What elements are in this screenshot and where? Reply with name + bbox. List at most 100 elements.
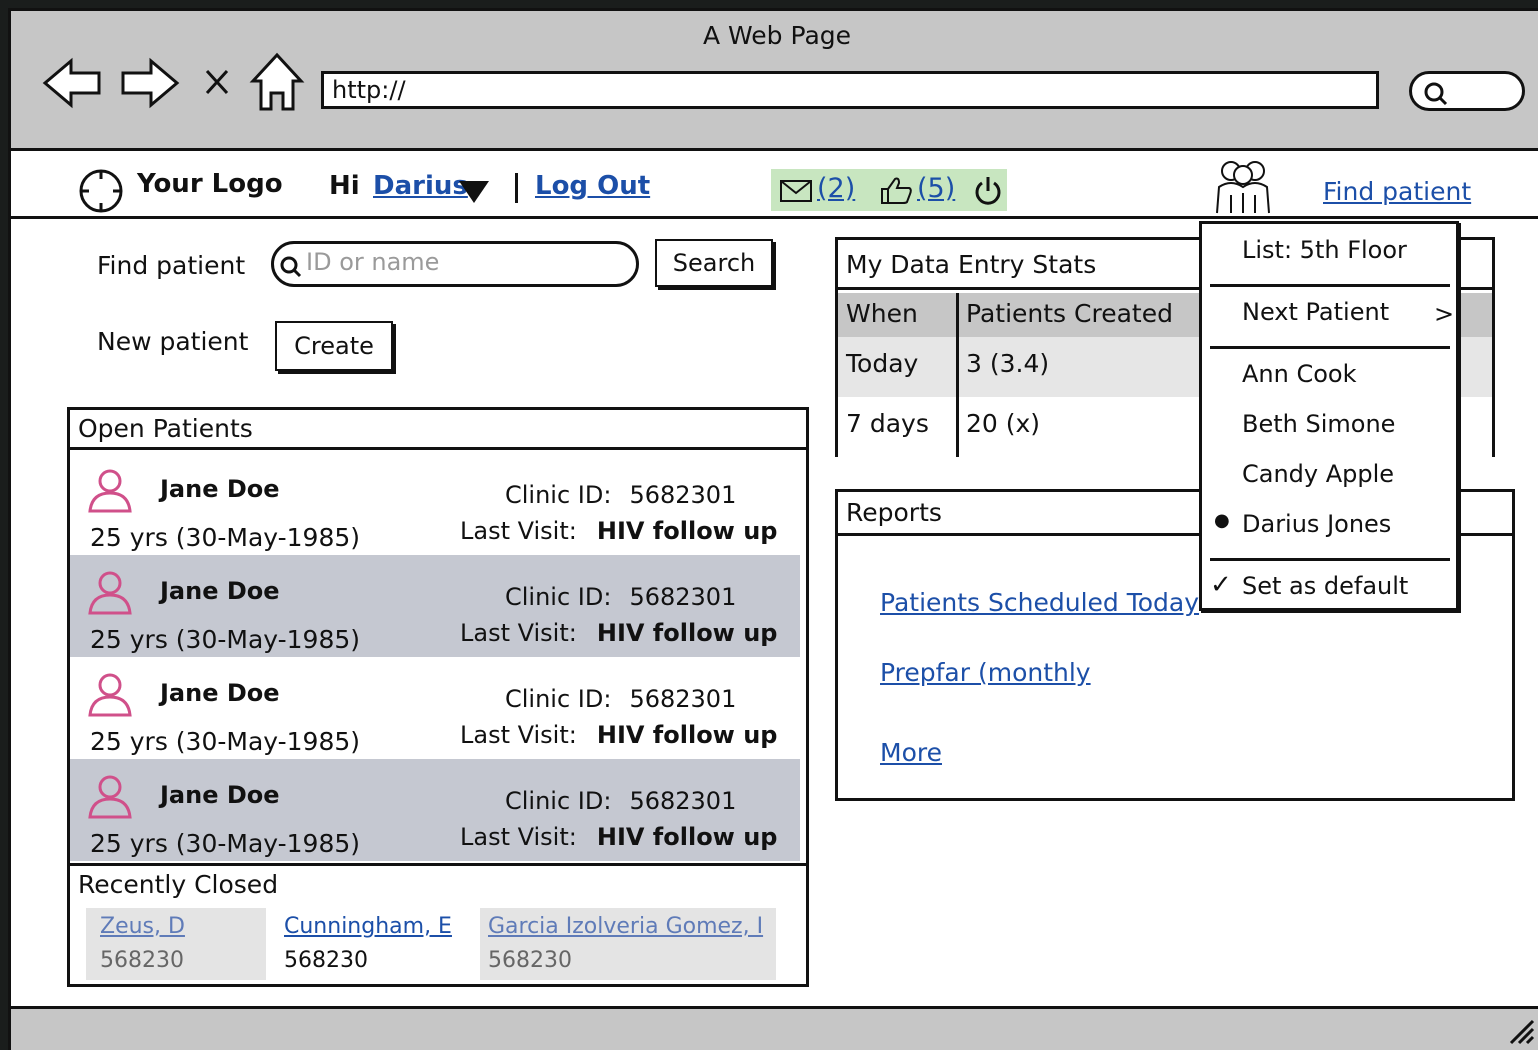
selected-bullet-icon: ● bbox=[1214, 510, 1230, 531]
clinic-id-value: 5682301 bbox=[629, 787, 737, 815]
patient-name: Jane Doe bbox=[160, 679, 280, 707]
dropdown-patient-name: Ann Cook bbox=[1242, 360, 1357, 388]
dropdown-patient-item[interactable]: Ann Cook bbox=[1202, 352, 1456, 402]
last-visit-label: Last Visit: bbox=[460, 721, 577, 749]
power-icon[interactable] bbox=[973, 175, 1003, 207]
person-icon bbox=[88, 673, 132, 717]
open-patients-header: Open Patients bbox=[70, 410, 806, 450]
last-visit-label: Last Visit: bbox=[460, 517, 577, 545]
likes-count[interactable]: (5) bbox=[917, 173, 955, 204]
resize-grip-icon[interactable] bbox=[1507, 1017, 1537, 1047]
last-visit-value: HIV follow up bbox=[596, 721, 778, 749]
clinic-id-label: Clinic ID: bbox=[505, 583, 612, 611]
dropdown-separator bbox=[1210, 284, 1450, 287]
closed-patient-name[interactable]: Garcia Izolveria Gomez, I bbox=[488, 914, 763, 939]
next-patient-label: Next Patient bbox=[1242, 298, 1390, 326]
browser-window: A Web Page http:// Your Logo Hi Darius L… bbox=[8, 8, 1538, 1050]
closed-patient-id: 568230 bbox=[284, 948, 368, 973]
app-header: Your Logo Hi Darius Log Out (2) (5) Find… bbox=[11, 151, 1538, 219]
last-visit-label: Last Visit: bbox=[460, 823, 577, 851]
patient-search-input[interactable]: ID or name bbox=[271, 241, 639, 287]
set-default-label: Set as default bbox=[1242, 572, 1409, 600]
closed-patient-name[interactable]: Cunningham, E bbox=[284, 914, 452, 939]
user-menu-link[interactable]: Darius bbox=[373, 171, 468, 201]
patient-age: 25 yrs (30-May-1985) bbox=[90, 829, 361, 858]
last-visit-value: HIV follow up bbox=[596, 619, 778, 647]
stats-when: 7 days bbox=[846, 409, 929, 438]
patients-group-icon[interactable] bbox=[1211, 157, 1277, 215]
patient-row[interactable]: Jane Doe 25 yrs (30-May-1985) Clinic ID:… bbox=[70, 759, 800, 861]
mail-icon[interactable] bbox=[779, 179, 813, 203]
home-icon[interactable] bbox=[249, 51, 305, 113]
patient-row[interactable]: Jane Doe 25 yrs (30-May-1985) Clinic ID:… bbox=[70, 555, 800, 657]
stats-when: Today bbox=[846, 349, 919, 378]
reports-title: Reports bbox=[846, 498, 942, 527]
stats-col-created: Patients Created bbox=[966, 299, 1173, 328]
closed-patient-id: 568230 bbox=[488, 948, 572, 973]
search-icon bbox=[280, 256, 302, 278]
browser-search-box[interactable] bbox=[1409, 71, 1525, 111]
notification-bar: (2) (5) bbox=[771, 169, 1007, 211]
dropdown-set-default[interactable]: ✓ Set as default bbox=[1202, 562, 1456, 610]
dropdown-patient-item[interactable]: Beth Simone bbox=[1202, 402, 1456, 452]
caret-down-icon[interactable] bbox=[457, 179, 491, 205]
patient-name: Jane Doe bbox=[160, 577, 280, 605]
clinic-id-value: 5682301 bbox=[629, 583, 737, 611]
person-icon bbox=[88, 775, 132, 819]
create-button[interactable]: Create bbox=[275, 321, 393, 371]
patient-name: Jane Doe bbox=[160, 781, 280, 809]
search-button[interactable]: Search bbox=[655, 239, 773, 287]
closed-patient-card[interactable]: Garcia Izolveria Gomez, I 568230 bbox=[480, 908, 776, 980]
report-link-more[interactable]: More bbox=[880, 738, 942, 767]
stats-value: 3 (3.4) bbox=[966, 349, 1050, 378]
last-visit-value: HIV follow up bbox=[596, 823, 778, 851]
stats-title: My Data Entry Stats bbox=[846, 250, 1097, 279]
recently-closed-title: Recently Closed bbox=[78, 870, 279, 899]
dropdown-separator bbox=[1210, 558, 1450, 561]
closed-patient-id: 568230 bbox=[100, 948, 184, 973]
closed-patient-card[interactable]: Cunningham, E 568230 bbox=[270, 908, 480, 980]
dropdown-patient-name: Beth Simone bbox=[1242, 410, 1396, 438]
find-patient-link[interactable]: Find patient bbox=[1323, 177, 1471, 206]
greeting: Hi bbox=[329, 171, 360, 201]
dropdown-separator bbox=[1210, 346, 1450, 349]
back-arrow-icon[interactable] bbox=[41, 55, 103, 111]
forward-arrow-icon[interactable] bbox=[119, 55, 181, 111]
person-icon bbox=[88, 571, 132, 615]
header-divider bbox=[515, 173, 518, 203]
search-icon bbox=[1424, 82, 1448, 106]
new-patient-label: New patient bbox=[97, 327, 249, 356]
recently-closed-section: Recently Closed Zeus, D 568230 Cunningha… bbox=[70, 863, 806, 984]
dropdown-list-label: List: 5th Floor bbox=[1242, 236, 1407, 264]
window-title: A Web Page bbox=[703, 21, 852, 50]
dropdown-patient-item-selected[interactable]: ● Darius Jones bbox=[1202, 502, 1456, 552]
dropdown-patient-item[interactable]: Candy Apple bbox=[1202, 452, 1456, 502]
checkmark-icon: ✓ bbox=[1210, 570, 1232, 600]
closed-patient-name[interactable]: Zeus, D bbox=[100, 914, 185, 939]
dropdown-next-patient[interactable]: Next Patient > bbox=[1202, 288, 1456, 344]
patient-age: 25 yrs (30-May-1985) bbox=[90, 727, 361, 756]
clinic-id-value: 5682301 bbox=[629, 481, 737, 509]
chevron-right-icon: > bbox=[1434, 300, 1455, 328]
last-visit-label: Last Visit: bbox=[460, 619, 577, 647]
patient-row[interactable]: Jane Doe 25 yrs (30-May-1985) Clinic ID:… bbox=[70, 453, 800, 555]
thumbs-up-icon[interactable] bbox=[879, 175, 913, 205]
logo-icon bbox=[79, 169, 123, 213]
stop-icon[interactable] bbox=[201, 65, 233, 99]
open-patients-panel: Open Patients Jane Doe 25 yrs (30-May-19… bbox=[67, 407, 809, 987]
report-link-prepfar[interactable]: Prepfar (monthly bbox=[880, 658, 1091, 687]
patient-row[interactable]: Jane Doe 25 yrs (30-May-1985) Clinic ID:… bbox=[70, 657, 800, 759]
logout-link[interactable]: Log Out bbox=[535, 171, 650, 201]
dropdown-list-label-row[interactable]: List: 5th Floor bbox=[1202, 224, 1456, 280]
report-link-scheduled-today[interactable]: Patients Scheduled Today bbox=[880, 588, 1199, 617]
find-patient-label: Find patient bbox=[97, 251, 246, 280]
open-patients-title: Open Patients bbox=[78, 414, 253, 443]
address-bar-text: http:// bbox=[332, 76, 406, 104]
messages-count[interactable]: (2) bbox=[817, 173, 855, 204]
closed-patient-card[interactable]: Zeus, D 568230 bbox=[86, 908, 266, 980]
last-visit-value: HIV follow up bbox=[596, 517, 778, 545]
patient-name: Jane Doe bbox=[160, 475, 280, 503]
search-placeholder: ID or name bbox=[306, 248, 440, 276]
clinic-id-value: 5682301 bbox=[629, 685, 737, 713]
address-bar[interactable]: http:// bbox=[321, 71, 1379, 109]
